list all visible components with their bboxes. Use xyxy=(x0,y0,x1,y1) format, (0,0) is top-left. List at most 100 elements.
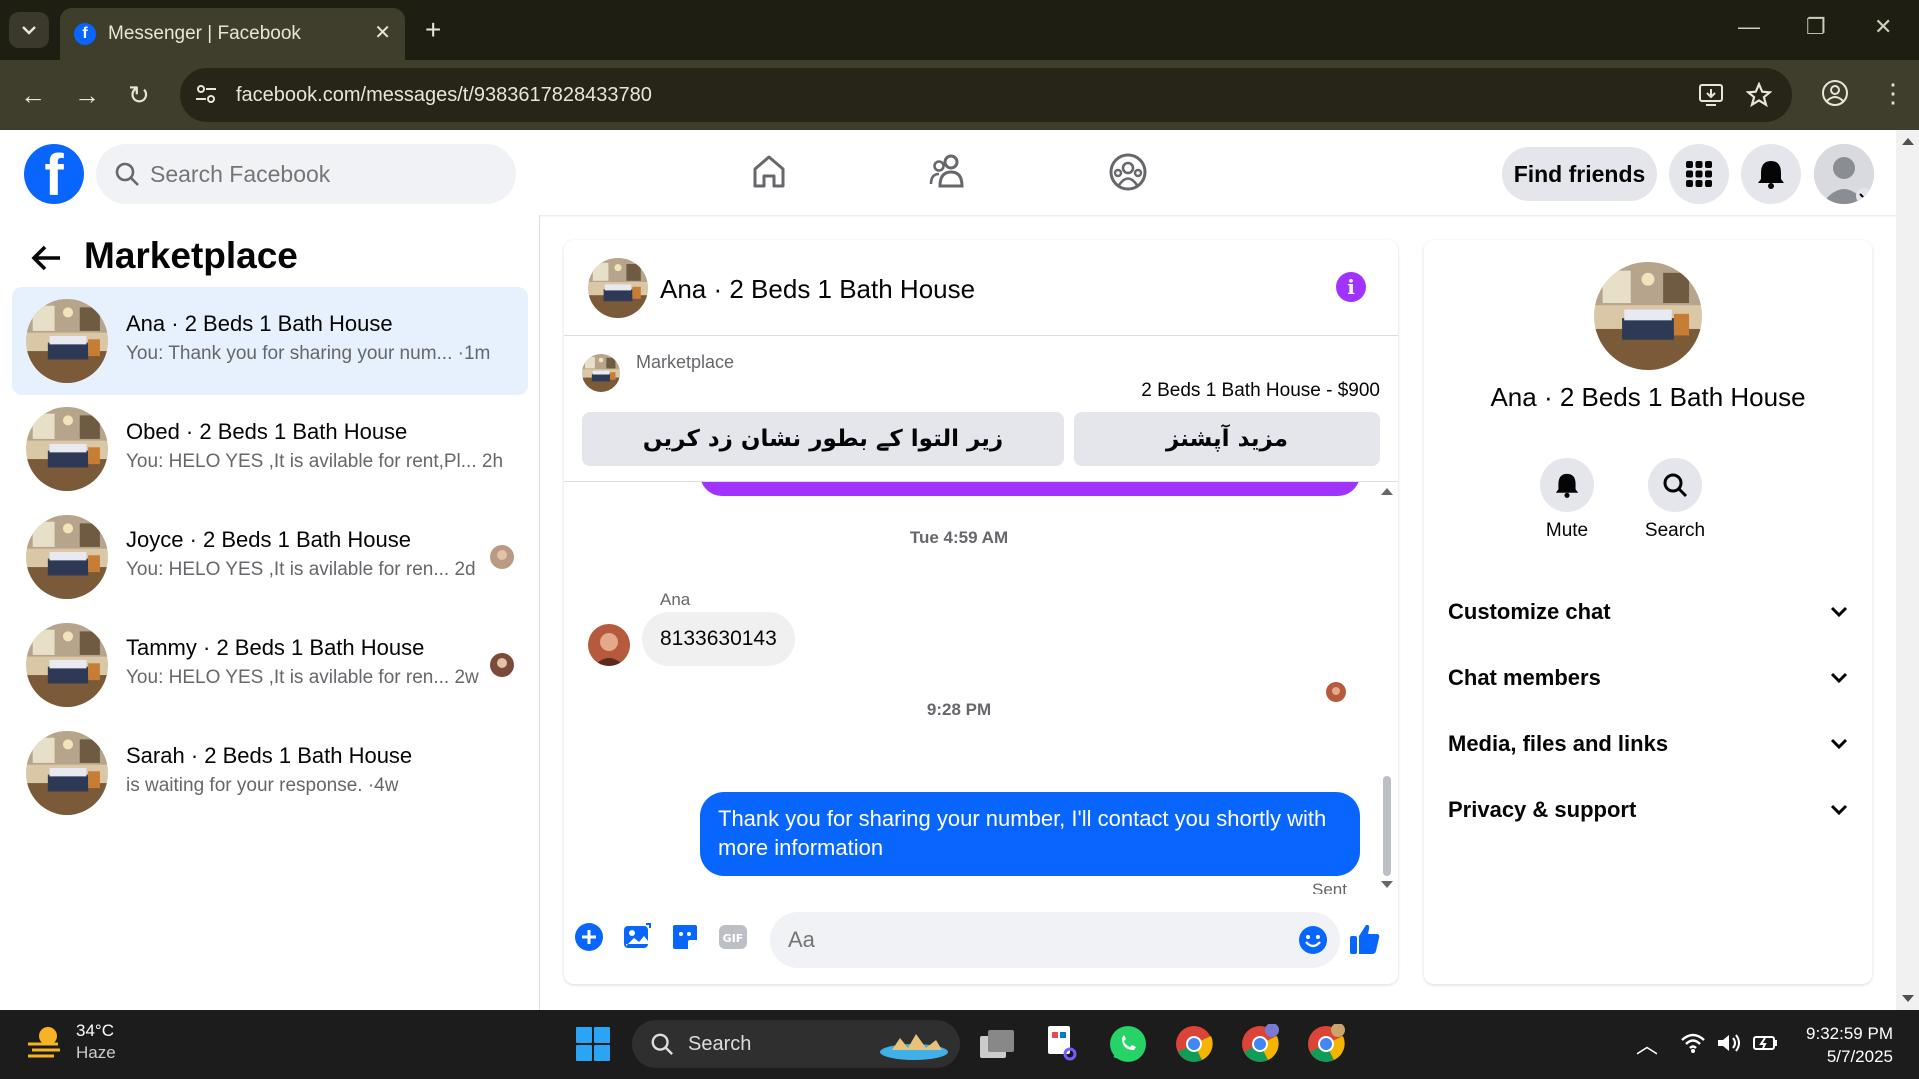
system-clock[interactable]: 9:32:59 PM 5/7/2025 xyxy=(1806,1022,1893,1068)
sender-name: Ana xyxy=(660,590,691,609)
add-attachment-icon[interactable] xyxy=(574,922,604,952)
listing-photo xyxy=(26,407,108,491)
outgoing-message[interactable]: Thank you for sharing your number, I'll … xyxy=(700,792,1360,876)
info-section-row[interactable]: Privacy & support xyxy=(1448,790,1848,830)
conversation-avatar xyxy=(26,299,108,383)
back-icon[interactable]: ← xyxy=(20,80,46,111)
conversation-name: Obed · 2 Beds 1 Bath House xyxy=(126,419,408,444)
seen-indicator-avatar xyxy=(1326,682,1346,702)
restore-icon[interactable]: ❐ xyxy=(1806,14,1826,40)
facebook-header: f Find friends xyxy=(0,130,1896,215)
sticker-icon[interactable] xyxy=(670,922,700,952)
new-tab-button[interactable]: + xyxy=(425,14,441,46)
message-input[interactable] xyxy=(788,927,1268,953)
more-options-button[interactable]: مزید آپشنز xyxy=(1074,412,1380,466)
default-avatar-icon xyxy=(1814,144,1874,204)
scroll-thumb[interactable] xyxy=(1383,776,1391,876)
thread-scrollbar[interactable] xyxy=(1380,486,1394,890)
gif-icon[interactable]: GIF xyxy=(718,922,748,952)
conversation-preview: You: HELO YES ,It is avilable for ren...… xyxy=(126,667,479,688)
friends-icon[interactable] xyxy=(928,152,968,190)
task-view-icon[interactable] xyxy=(978,1026,1016,1062)
find-friends-button[interactable]: Find friends xyxy=(1502,147,1657,201)
whatsapp-icon[interactable] xyxy=(1108,1024,1148,1064)
apps-grid-icon xyxy=(1686,161,1712,187)
mark-as-pending-button[interactable]: زیر التوا کے بطور نشان زد کریں xyxy=(582,412,1064,466)
temperature: 34°C xyxy=(76,1021,114,1040)
conversation-item[interactable]: Tammy · 2 Beds 1 Bath House You: HELO YES… xyxy=(12,611,528,719)
snipping-tool-icon[interactable] xyxy=(1044,1024,1080,1062)
close-window-icon[interactable]: ✕ xyxy=(1874,14,1892,40)
info-section-row[interactable]: Chat members xyxy=(1448,658,1848,698)
chrome-icon[interactable] xyxy=(1174,1024,1214,1064)
profile-icon[interactable] xyxy=(1820,78,1850,108)
address-bar[interactable]: facebook.com/messages/t/9383617828433780 xyxy=(180,68,1792,122)
groups-icon[interactable] xyxy=(1108,152,1148,192)
conversation-item[interactable]: Obed · 2 Beds 1 Bath House You: HELO YES … xyxy=(12,395,528,503)
reload-icon[interactable]: ↻ xyxy=(128,80,150,111)
conversation-avatar xyxy=(26,623,108,707)
facebook-logo[interactable]: f xyxy=(24,144,84,204)
conversation-name: Tammy · 2 Beds 1 Bath House xyxy=(126,635,425,660)
wifi-icon[interactable] xyxy=(1680,1032,1706,1054)
conversation-item[interactable]: Sarah · 2 Beds 1 Bath House is waiting fo… xyxy=(12,719,528,827)
home-icon[interactable] xyxy=(750,152,788,190)
info-section-label: Chat members xyxy=(1448,665,1601,690)
account-avatar[interactable] xyxy=(1814,144,1874,204)
info-section-row[interactable]: Customize chat xyxy=(1448,592,1848,632)
tab-close-icon[interactable]: ✕ xyxy=(374,20,391,45)
conversation-name: Sarah · 2 Beds 1 Bath House xyxy=(126,743,413,768)
sender-avatar[interactable] xyxy=(588,624,630,666)
facebook-favicon-icon: f xyxy=(74,23,96,45)
weather-widget[interactable]: 34°C Haze xyxy=(24,1020,116,1064)
listing-photo xyxy=(1594,262,1702,370)
search-input[interactable] xyxy=(150,160,490,188)
search-icon xyxy=(115,162,139,186)
conversation-item[interactable]: Joyce · 2 Beds 1 Bath House You: HELO YES… xyxy=(12,503,528,611)
forward-icon[interactable]: → xyxy=(74,80,100,111)
thumbs-up-icon[interactable] xyxy=(1348,922,1382,956)
message-thread: Tue 4:59 AM Ana 8133630143 9:28 PM Thank… xyxy=(564,482,1398,894)
conversation-avatar xyxy=(26,731,108,815)
listing-photo xyxy=(26,623,108,707)
minimize-icon[interactable]: — xyxy=(1738,14,1760,40)
back-arrow-icon[interactable] xyxy=(30,241,64,275)
contact-name: Ana · 2 Beds 1 Bath House xyxy=(1490,382,1806,412)
battery-icon[interactable] xyxy=(1752,1032,1780,1054)
message-input-box[interactable] xyxy=(770,912,1340,968)
photo-icon[interactable] xyxy=(622,922,652,952)
browser-tab-messenger[interactable]: f Messenger | Facebook ✕ xyxy=(60,8,405,60)
incoming-message[interactable]: 8133630143 xyxy=(642,612,795,666)
search-conversation-button[interactable] xyxy=(1648,458,1702,512)
page-scrollbar[interactable] xyxy=(1896,130,1919,1010)
browser-toolbar: ← → ↻ facebook.com/messages/t/9383617828… xyxy=(0,60,1919,130)
notifications-button[interactable] xyxy=(1741,144,1801,204)
show-hidden-icons-icon[interactable]: ︿ xyxy=(1636,1028,1658,1060)
chat-avatar[interactable] xyxy=(588,258,648,318)
taskbar-search[interactable]: Search xyxy=(632,1020,960,1068)
install-app-icon xyxy=(1699,84,1723,106)
volume-icon[interactable] xyxy=(1716,1032,1742,1054)
timestamp: Tue 4:59 AM xyxy=(909,528,1009,547)
tab-search-button[interactable] xyxy=(9,12,49,48)
chat-title[interactable]: Ana · 2 Beds 1 Bath House xyxy=(660,274,975,305)
sidebar-title: Marketplace xyxy=(84,235,298,276)
chevron-down-icon xyxy=(1830,672,1848,684)
info-icon[interactable]: i xyxy=(1336,272,1366,302)
chevron-down-icon xyxy=(1830,738,1848,750)
info-section-row[interactable]: Media, files and links xyxy=(1448,724,1848,764)
chrome-icon[interactable] xyxy=(1240,1024,1280,1064)
contact-avatar[interactable] xyxy=(1594,262,1702,370)
windows-start-icon[interactable] xyxy=(575,1026,611,1062)
facebook-search[interactable] xyxy=(96,144,516,204)
menu-grid-button[interactable] xyxy=(1669,144,1729,204)
conversation-item[interactable]: Ana · 2 Beds 1 Bath House You: Thank you … xyxy=(12,287,528,395)
tab-title: Messenger | Facebook xyxy=(108,23,301,44)
mute-button[interactable] xyxy=(1540,458,1594,512)
listing-thumbnail[interactable] xyxy=(582,354,620,392)
emoji-icon[interactable] xyxy=(1298,925,1328,955)
search-icon xyxy=(1663,473,1688,498)
chrome-icon[interactable] xyxy=(1306,1024,1346,1064)
menu-kebab-icon[interactable]: ⋮ xyxy=(1880,78,1906,109)
search-label: Search xyxy=(1644,520,1706,541)
